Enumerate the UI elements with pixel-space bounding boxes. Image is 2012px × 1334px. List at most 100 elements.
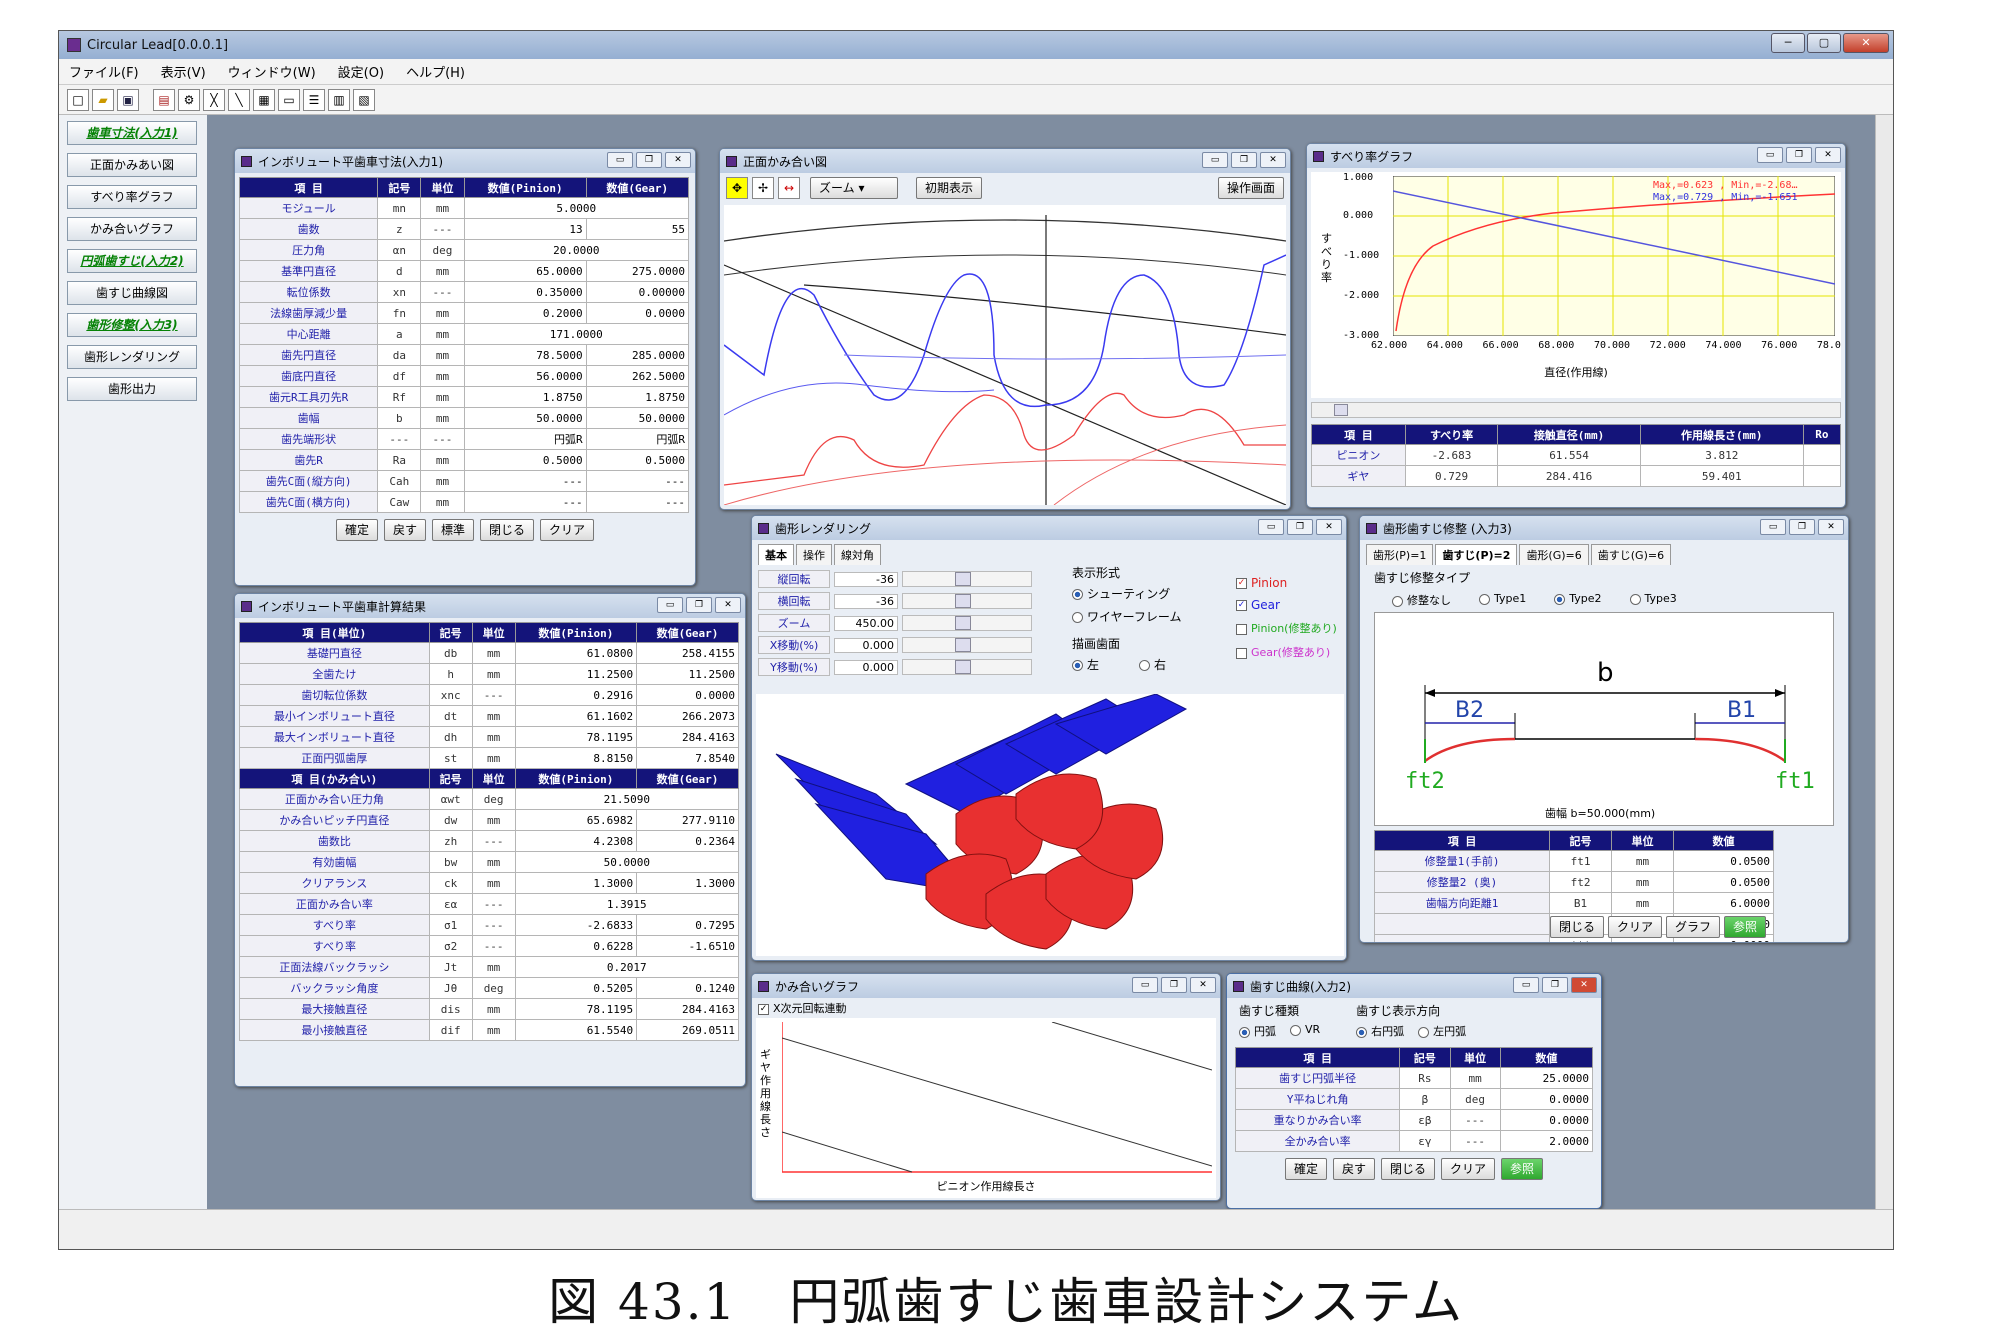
row-value[interactable]: 1.3915 <box>514 893 740 915</box>
menu-help[interactable]: ヘルプ(H) <box>406 62 465 81</box>
row-value-gear[interactable]: 0.7295 <box>636 914 739 936</box>
type-2[interactable]: Type2 <box>1554 592 1602 608</box>
slider-thumb[interactable] <box>955 572 971 586</box>
mod-minimize[interactable]: ▭ <box>1760 519 1786 535</box>
row-value-gear[interactable]: 55 <box>585 218 690 240</box>
close-button[interactable]: ✕ <box>1843 33 1889 53</box>
side-opt-left[interactable]: 左 <box>1072 656 1099 673</box>
check-gear-mod[interactable]: Gear(修整あり) <box>1236 644 1346 660</box>
row-value-gear[interactable]: 1.3000 <box>636 872 739 894</box>
row-value-pinion[interactable]: 0.0000 <box>1499 1088 1594 1110</box>
row-value-gear[interactable]: 269.0511 <box>636 1019 739 1041</box>
tab-operation[interactable]: 操作 <box>796 544 832 565</box>
dimension-minimize[interactable]: ▭ <box>607 152 633 168</box>
kind-vr[interactable]: VR <box>1290 1023 1320 1039</box>
mgraph-close[interactable]: ✕ <box>1190 977 1216 993</box>
row-value-pinion[interactable]: 65.0000 <box>463 260 587 282</box>
row-value-pinion[interactable]: 0.6228 <box>514 935 638 957</box>
row-value-pinion[interactable]: --- <box>463 491 587 513</box>
lead-close-button[interactable]: 閉じる <box>1380 1158 1435 1180</box>
slider-thumb[interactable] <box>955 660 971 674</box>
row-value-pinion[interactable]: 61.1602 <box>514 705 638 727</box>
maximize-button[interactable]: ▢ <box>1807 33 1841 53</box>
row-value-gear[interactable]: 266.2073 <box>636 705 739 727</box>
param-slider[interactable] <box>902 615 1032 631</box>
side-opt-right[interactable]: 右 <box>1139 656 1166 673</box>
calc-minimize[interactable]: ▭ <box>657 597 683 613</box>
row-value-gear[interactable]: --- <box>585 470 690 492</box>
lead-revert-button[interactable]: 戻す <box>1332 1158 1375 1180</box>
tab-lead-pinion[interactable]: 歯すじ(P)=2 <box>1435 544 1518 565</box>
sidebar-item-lead[interactable]: 円弧歯すじ(入力2) <box>67 249 197 273</box>
param-value[interactable]: 0.000 <box>834 637 898 653</box>
row-value-gear[interactable]: 0.0000 <box>585 302 690 324</box>
param-value[interactable]: -36 <box>834 593 898 609</box>
mesh-close[interactable]: ✕ <box>1260 152 1286 168</box>
menu-file[interactable]: ファイル(F) <box>69 62 139 81</box>
select-tool-icon[interactable]: ✥ <box>726 177 748 199</box>
lead-restore[interactable]: ❐ <box>1542 977 1568 993</box>
param-value[interactable]: 450.00 <box>834 615 898 631</box>
mod-graph-button[interactable]: グラフ <box>1666 916 1721 938</box>
row-value-pinion[interactable]: 78.1195 <box>514 998 638 1020</box>
graph-icon[interactable]: ╲ <box>228 88 250 111</box>
slider-thumb[interactable] <box>955 594 971 608</box>
row-value-gear[interactable]: 0.0000 <box>636 684 739 706</box>
check-pinion-mod[interactable]: Pinion(修整あり) <box>1236 620 1346 636</box>
calc-restore[interactable]: ❐ <box>686 597 712 613</box>
lead-icon[interactable]: ▦ <box>253 88 275 111</box>
render-restore[interactable]: ❐ <box>1287 519 1313 535</box>
move-tool-icon[interactable]: ✢ <box>752 177 774 199</box>
tab-profile-gear[interactable]: 歯形(G)=6 <box>1519 544 1589 565</box>
row-value-pinion[interactable]: 0.5205 <box>514 977 638 999</box>
sidebar-item-dimension[interactable]: 歯車寸法(入力1) <box>67 121 197 145</box>
tab-profile-pinion[interactable]: 歯形(P)=1 <box>1366 544 1434 565</box>
tab-lead-gear[interactable]: 歯すじ(G)=6 <box>1590 544 1672 565</box>
output-icon[interactable]: ▧ <box>353 88 375 111</box>
param-slider[interactable] <box>902 637 1032 653</box>
lead-confirm-button[interactable]: 確定 <box>1284 1158 1327 1180</box>
row-value-pinion[interactable]: 0.2000 <box>463 302 587 324</box>
save-icon[interactable]: ▣ <box>117 88 139 111</box>
mgraph-check[interactable]: ✓ X次元回転連動 <box>752 998 1220 1018</box>
row-value[interactable]: 50.0000 <box>514 851 740 873</box>
render-view[interactable] <box>756 693 1344 956</box>
kind-arc[interactable]: 円弧 <box>1239 1023 1276 1039</box>
row-value-pinion[interactable]: 78.1195 <box>514 726 638 748</box>
operation-screen-button[interactable]: 操作画面 <box>1217 177 1284 199</box>
mesh-minimize[interactable]: ▭ <box>1202 152 1228 168</box>
slip-restore[interactable]: ❐ <box>1786 147 1812 163</box>
row-value-pinion[interactable]: 0.0000 <box>1499 1109 1594 1131</box>
dir-right[interactable]: 右円弧 <box>1356 1023 1404 1039</box>
open-folder-icon[interactable]: ▰ <box>92 88 114 111</box>
row-value-gear[interactable]: 7.8540 <box>636 747 739 769</box>
sidebar-item-mesh-graph[interactable]: かみ合いグラフ <box>67 217 197 241</box>
row-value[interactable]: 0.2017 <box>514 956 740 978</box>
row-value-gear[interactable]: 258.4155 <box>636 642 739 664</box>
slip-hscroll[interactable] <box>1311 402 1841 418</box>
style-opt-wireframe[interactable]: ワイヤーフレーム <box>1072 608 1232 625</box>
confirm-button[interactable]: 確定 <box>335 519 378 541</box>
param-slider[interactable] <box>902 571 1032 587</box>
row-value-pinion[interactable]: 2.0000 <box>1499 1130 1594 1152</box>
row-value-pinion[interactable]: 11.2500 <box>514 663 638 685</box>
row-value-pinion[interactable]: 50.0000 <box>463 407 587 429</box>
row-value-pinion[interactable]: 13 <box>463 218 587 240</box>
measure-tool-icon[interactable]: ↔ <box>778 177 800 199</box>
mod-close[interactable]: ✕ <box>1818 519 1844 535</box>
param-value[interactable]: 0.000 <box>834 659 898 675</box>
row-value-gear[interactable]: 0.00000 <box>585 281 690 303</box>
row-value-pinion[interactable]: 0.0500 <box>1673 850 1774 872</box>
row-value-pinion[interactable]: 65.6982 <box>514 809 638 831</box>
sidebar-item-render[interactable]: 歯形レンダリング <box>67 345 197 369</box>
slider-thumb[interactable] <box>955 616 971 630</box>
init-view-button[interactable]: 初期表示 <box>916 177 983 199</box>
mod-reference-button[interactable]: 参照 <box>1724 916 1767 938</box>
row-value-pinion[interactable]: 1.8750 <box>463 386 587 408</box>
param-value[interactable]: -36 <box>834 571 898 587</box>
render-minimize[interactable]: ▭ <box>1258 519 1284 535</box>
mesh-plot[interactable] <box>723 205 1287 506</box>
type-none[interactable]: 修整なし <box>1392 592 1451 608</box>
row-value[interactable]: 5.0000 <box>463 197 690 219</box>
row-value-gear[interactable]: 262.5000 <box>585 365 690 387</box>
